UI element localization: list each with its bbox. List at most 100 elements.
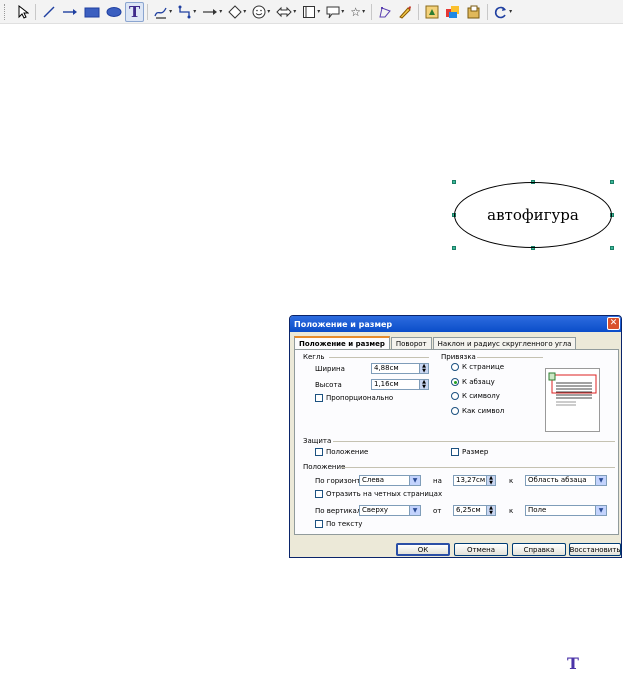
size-group-label: Кегль bbox=[303, 353, 325, 361]
protect-group-label: Защита bbox=[303, 437, 332, 445]
resize-handle-top-left[interactable] bbox=[452, 180, 456, 184]
rectangle-icon[interactable] bbox=[81, 2, 103, 22]
mirror-checkbox[interactable] bbox=[315, 490, 323, 498]
follow-text-label: По тексту bbox=[326, 520, 363, 528]
anchor-paragraph-label: К абзацу bbox=[462, 378, 495, 386]
tab-panel: Кегль Ширина 4,88см ▲ ▼ Высота 1,16см ▲ ▼ … bbox=[294, 349, 619, 535]
gallery-icon[interactable] bbox=[442, 2, 464, 22]
block-arrows-icon[interactable]: ▾ bbox=[273, 2, 299, 22]
chevron-down-icon[interactable]: ▼ bbox=[409, 476, 420, 485]
anchor-char-radio[interactable] bbox=[451, 392, 459, 400]
horiz-to-label: к bbox=[509, 477, 514, 485]
line-icon[interactable] bbox=[39, 2, 59, 22]
tab-rotation[interactable]: Поворот bbox=[390, 337, 432, 349]
anchor-page-label: К странице bbox=[462, 363, 505, 371]
horiz-to-select[interactable]: Область абзаца ▼ bbox=[525, 475, 607, 486]
width-spinbox[interactable]: 4,88см ▲ ▼ bbox=[371, 363, 429, 374]
rotate-icon[interactable]: ▾ bbox=[491, 2, 515, 22]
resize-handle-top-right[interactable] bbox=[610, 180, 614, 184]
text-icon[interactable]: T bbox=[125, 1, 145, 22]
chevron-down-icon[interactable]: ▾ bbox=[169, 8, 172, 15]
freeform-icon[interactable]: ▾ bbox=[151, 2, 175, 22]
autoshape-text: автофигура bbox=[487, 206, 579, 224]
lines-arrows-icon[interactable]: ▾ bbox=[199, 2, 225, 22]
height-label: Высота bbox=[315, 381, 342, 389]
dialog-title: Положение и размер bbox=[294, 319, 393, 329]
chevron-down-icon[interactable]: ▾ bbox=[509, 8, 512, 15]
reset-button[interactable]: Восстановить bbox=[569, 543, 621, 556]
chevron-down-icon[interactable]: ▾ bbox=[293, 8, 296, 15]
anchor-page-radio[interactable] bbox=[451, 363, 459, 371]
toolbar-separator bbox=[371, 3, 373, 20]
chevron-down-icon[interactable]: ▾ bbox=[219, 8, 222, 15]
fontwork-icon[interactable] bbox=[395, 2, 415, 22]
toolbar-grip[interactable] bbox=[4, 3, 8, 20]
cancel-button[interactable]: Отмена bbox=[454, 543, 508, 556]
resize-handle-bottom-left[interactable] bbox=[452, 246, 456, 250]
chevron-down-icon[interactable]: ▾ bbox=[243, 8, 246, 15]
group-divider bbox=[329, 357, 429, 358]
symbol-shapes-icon[interactable]: ▾ bbox=[249, 2, 273, 22]
width-label: Ширина bbox=[315, 365, 345, 373]
position-size-dialog: Положение и размер ✕ Положение и размер … bbox=[289, 315, 622, 558]
protect-size-checkbox[interactable] bbox=[451, 448, 459, 456]
horiz-select[interactable]: Слева ▼ bbox=[359, 475, 421, 486]
text-icon: T bbox=[567, 654, 579, 673]
horiz-label: По горизонт. bbox=[315, 477, 363, 485]
ok-button[interactable]: ОК bbox=[396, 543, 450, 556]
anchor-as-char-label: Как символ bbox=[462, 407, 505, 415]
spin-arrows-icon[interactable]: ▲ ▼ bbox=[486, 476, 495, 485]
connector-icon[interactable]: ▾ bbox=[175, 2, 199, 22]
vert-select[interactable]: Сверху ▼ bbox=[359, 505, 421, 516]
spin-arrows-icon[interactable]: ▲ ▼ bbox=[419, 380, 428, 389]
mirror-label: Отразить на четных страницах bbox=[326, 490, 443, 498]
close-icon[interactable]: ✕ bbox=[607, 317, 620, 330]
vert-to-select[interactable]: Поле ▼ bbox=[525, 505, 607, 516]
chevron-down-icon[interactable]: ▾ bbox=[193, 8, 196, 15]
chevron-down-icon[interactable]: ▼ bbox=[595, 506, 606, 515]
ellipse-icon[interactable] bbox=[103, 2, 125, 22]
position-group-label: Положение bbox=[303, 463, 346, 471]
help-button[interactable]: Справка bbox=[512, 543, 566, 556]
protect-position-label: Положение bbox=[326, 448, 369, 456]
from-file-icon[interactable] bbox=[422, 2, 442, 22]
flowchart-icon[interactable]: ▾ bbox=[299, 2, 323, 22]
proportional-checkbox[interactable] bbox=[315, 394, 323, 402]
group-divider bbox=[341, 467, 615, 468]
chevron-down-icon[interactable]: ▾ bbox=[341, 8, 344, 15]
anchor-paragraph-radio[interactable] bbox=[451, 378, 459, 386]
follow-text-checkbox[interactable] bbox=[315, 520, 323, 528]
anchor-as-char-radio[interactable] bbox=[451, 407, 459, 415]
horiz-offset-spinbox[interactable]: 13,27см ▲ ▼ bbox=[453, 475, 496, 486]
chevron-down-icon[interactable]: ▾ bbox=[317, 8, 320, 15]
spin-arrows-icon[interactable]: ▲ ▼ bbox=[419, 364, 428, 373]
callout-icon[interactable]: ▾ bbox=[323, 2, 347, 22]
toolbar-separator bbox=[35, 3, 36, 20]
group-divider bbox=[477, 357, 543, 358]
dialog-titlebar[interactable]: Положение и размер ✕ bbox=[290, 316, 621, 332]
proportional-label: Пропорционально bbox=[326, 394, 394, 402]
basic-shapes-icon[interactable]: ▾ bbox=[225, 2, 249, 22]
resize-handle-bottom-right[interactable] bbox=[610, 246, 614, 250]
protect-position-checkbox[interactable] bbox=[315, 448, 323, 456]
chevron-down-icon[interactable]: ▾ bbox=[267, 8, 270, 15]
tab-slant-corner-radius[interactable]: Наклон и радиус скругленного угла bbox=[432, 337, 577, 349]
height-spinbox[interactable]: 1,16см ▲ ▼ bbox=[371, 379, 429, 390]
dialog-tabs: Положение и размер Поворот Наклон и ради… bbox=[294, 336, 577, 349]
tab-position-size[interactable]: Положение и размер bbox=[294, 336, 390, 349]
extrusion-icon[interactable] bbox=[464, 2, 484, 22]
vert-offset-spinbox[interactable]: 6,25см ▲ ▼ bbox=[453, 505, 496, 516]
points-icon[interactable] bbox=[375, 2, 395, 22]
stars-icon[interactable]: ☆ ▾ bbox=[347, 2, 368, 22]
toolbar-separator bbox=[487, 3, 489, 20]
select-arrow-icon[interactable] bbox=[14, 2, 32, 22]
anchor-preview bbox=[545, 368, 600, 432]
ellipse-autoshape[interactable]: автофигура bbox=[454, 182, 612, 248]
chevron-down-icon[interactable]: ▼ bbox=[409, 506, 420, 515]
toolbar-separator bbox=[418, 3, 420, 20]
autoshape-selection[interactable]: автофигура bbox=[452, 180, 614, 250]
chevron-down-icon[interactable]: ▼ bbox=[595, 476, 606, 485]
arrow-line-icon[interactable] bbox=[59, 2, 81, 22]
spin-arrows-icon[interactable]: ▲ ▼ bbox=[486, 506, 495, 515]
chevron-down-icon[interactable]: ▾ bbox=[362, 8, 365, 15]
